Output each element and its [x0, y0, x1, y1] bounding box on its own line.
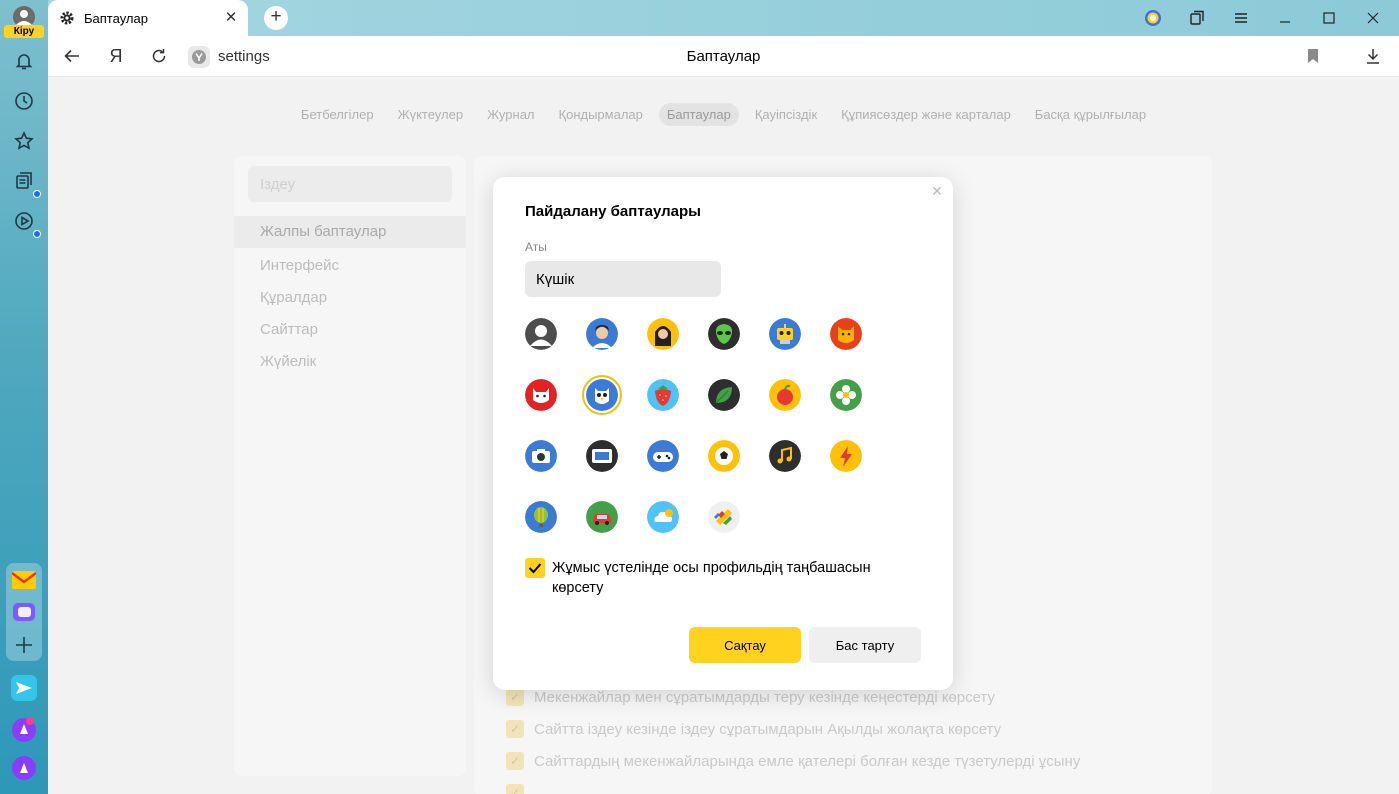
mail-icon[interactable]	[12, 568, 36, 592]
close-window-icon[interactable]	[1361, 6, 1385, 30]
reload-button[interactable]	[147, 44, 171, 68]
nav-passwords[interactable]: Құпиясөздер және карталар	[833, 103, 1019, 126]
protect-shield-icon[interactable]	[1141, 6, 1165, 30]
avatar-woman-icon[interactable]	[647, 318, 679, 350]
menu-item-tools[interactable]: Құралдар	[260, 289, 327, 306]
avatar-car-icon[interactable]	[586, 501, 618, 533]
menu-icon[interactable]	[1229, 6, 1253, 30]
settings-top-nav: Бетбелгілер Жүктеулер Журнал Қондырмалар…	[48, 103, 1399, 126]
nav-security[interactable]: Қауіпсіздік	[747, 103, 825, 126]
avatar-robot-icon[interactable]	[769, 318, 801, 350]
avatar-gamepad-icon[interactable]	[647, 440, 679, 472]
avatar-flower-icon[interactable]	[830, 379, 862, 411]
checkbox[interactable]: ✓	[506, 688, 524, 706]
tab-close-icon[interactable]: ✕	[222, 9, 240, 27]
check-icon	[528, 563, 542, 574]
collections-icon[interactable]	[12, 169, 41, 198]
nav-bookmarks[interactable]: Бетбелгілер	[293, 103, 382, 126]
checkbox[interactable]: ✓	[506, 720, 524, 738]
add-icon[interactable]	[12, 633, 36, 657]
nav-settings[interactable]: Баптаулар	[658, 103, 739, 126]
dialog-close-icon[interactable]: ✕	[929, 183, 945, 199]
minimize-icon[interactable]	[1273, 6, 1297, 30]
checkbox[interactable]: ✓	[506, 752, 524, 770]
avatar-cloud-icon[interactable]	[647, 501, 679, 533]
avatar-leaf-icon[interactable]	[708, 379, 740, 411]
history-icon[interactable]	[12, 89, 36, 113]
nav-history[interactable]: Журнал	[479, 103, 542, 126]
messenger-icon[interactable]	[12, 600, 36, 624]
avatar-colorful-icon[interactable]	[708, 501, 740, 533]
back-button[interactable]	[60, 44, 84, 68]
avatar-strawberry-icon[interactable]	[647, 379, 679, 411]
avatar-person-icon[interactable]	[525, 318, 557, 350]
avatar-man-icon[interactable]	[586, 318, 618, 350]
send-icon[interactable]	[11, 675, 37, 701]
avatar-football-icon[interactable]	[708, 440, 740, 472]
new-tab-button[interactable]: +	[264, 6, 288, 30]
user-settings-dialog: ✕ Пайдалану баптаулары Аты Күшік Жұмыс ү…	[493, 177, 953, 690]
avatar-balloon-icon[interactable]	[525, 501, 557, 533]
option-partial[interactable]: ✓	[506, 784, 524, 794]
menu-item-interface[interactable]: Интерфейс	[260, 257, 339, 274]
alice-shopping-icon[interactable]	[11, 716, 37, 742]
notification-dot	[33, 190, 41, 198]
avatar-cat-icon[interactable]	[525, 379, 557, 411]
gear-icon	[60, 11, 74, 25]
avatar-music-icon[interactable]	[769, 440, 801, 472]
settings-search-input[interactable]: Іздеу	[248, 166, 452, 202]
favorites-icon[interactable]	[12, 129, 36, 153]
notifications-icon[interactable]	[12, 49, 36, 73]
login-badge[interactable]: Кіру	[4, 25, 44, 38]
nav-downloads[interactable]: Жүктеулер	[390, 103, 472, 126]
notification-dot	[33, 230, 41, 238]
menu-item-system[interactable]: Жүйелік	[260, 353, 316, 370]
tab-settings[interactable]: Баптаулар ✕	[48, 0, 248, 36]
avatar-lightning-icon[interactable]	[830, 440, 862, 472]
settings-left-menu: Іздеу Жалпы баптаулар Интерфейс Құралдар…	[234, 156, 466, 776]
menu-item-sites[interactable]: Сайттар	[260, 321, 318, 338]
avatar-alien-icon[interactable]	[708, 318, 740, 350]
yandex-site-icon[interactable]	[188, 46, 210, 68]
avatar-tv-icon[interactable]	[586, 440, 618, 472]
option-site-search[interactable]: ✓ Сайтта іздеу кезінде іздеу сұратымдары…	[506, 720, 1001, 738]
name-label: Аты	[525, 240, 547, 254]
maximize-icon[interactable]	[1317, 6, 1341, 30]
yandex-button[interactable]: Я	[104, 44, 128, 68]
checkbox[interactable]: ✓	[506, 784, 524, 794]
menu-item-general[interactable]: Жалпы баптаулар	[234, 216, 466, 248]
alice-icon[interactable]	[11, 755, 37, 781]
option-suggestions[interactable]: ✓ Мекенжайлар мен сұратымдарды теру кезі…	[506, 688, 995, 706]
download-icon[interactable]	[1361, 44, 1385, 68]
nav-other-devices[interactable]: Басқа құрылғылар	[1027, 103, 1154, 126]
browser-sidebar: Кіру	[0, 0, 48, 794]
avatar-owl-icon[interactable]	[586, 379, 618, 411]
save-button[interactable]: Сақтау	[689, 627, 801, 663]
avatar-fox-icon[interactable]	[830, 318, 862, 350]
cancel-button[interactable]: Бас тарту	[809, 627, 921, 663]
tab-title: Баптаулар	[84, 11, 148, 26]
option-typo-correction[interactable]: ✓ Сайттардың мекенжайларында емле қателе…	[506, 752, 1080, 770]
back-arrow-icon	[64, 49, 79, 63]
desktop-shortcut-checkbox[interactable]	[525, 558, 545, 578]
dialog-title: Пайдалану баптаулары	[525, 203, 701, 220]
collections-toolbar-icon[interactable]	[1185, 6, 1209, 30]
address-bar: Я settings Баптаулар	[48, 36, 1399, 77]
tab-strip: Баптаулар ✕ +	[48, 0, 1399, 36]
name-input[interactable]	[525, 261, 721, 297]
bookmark-icon[interactable]	[1301, 44, 1325, 68]
url-text[interactable]: settings	[218, 48, 270, 65]
desktop-shortcut-label: Жұмыс үстелінде осы профильдің таңбашасы…	[552, 560, 871, 596]
video-icon[interactable]	[12, 209, 41, 238]
reload-icon	[152, 49, 166, 63]
avatar-camera-icon[interactable]	[525, 440, 557, 472]
nav-extensions[interactable]: Қондырмалар	[551, 103, 651, 126]
avatar-apple-icon[interactable]	[769, 379, 801, 411]
